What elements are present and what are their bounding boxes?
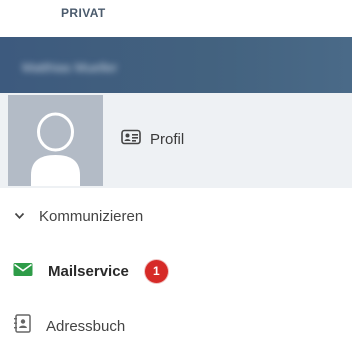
section-title: PRIVAT (61, 6, 106, 20)
nav-item-mailservice[interactable]: Mailservice 1 (13, 256, 168, 286)
profile-label: Profil (150, 130, 185, 148)
id-card-icon (121, 129, 141, 150)
group-toggle-kommunizieren[interactable]: Kommunizieren (14, 201, 143, 231)
unread-count-badge: 1 (144, 259, 168, 283)
group-label: Kommunizieren (39, 207, 144, 225)
profile-row: Profil (0, 93, 352, 188)
user-name: Matthias Mueller (22, 60, 118, 75)
envelope-icon (13, 261, 33, 282)
avatar-placeholder-icon (31, 112, 80, 186)
nav-item-label: Adressbuch (46, 317, 126, 335)
nav-item-adressbuch[interactable]: Adressbuch (13, 311, 125, 341)
nav-item-label: Mailservice (48, 262, 129, 280)
chevron-down-icon (14, 207, 25, 225)
address-book-icon (13, 314, 31, 338)
avatar[interactable] (8, 95, 103, 186)
profile-link[interactable]: Profil (121, 128, 184, 150)
user-header-bar[interactable]: Matthias Mueller (0, 37, 352, 93)
